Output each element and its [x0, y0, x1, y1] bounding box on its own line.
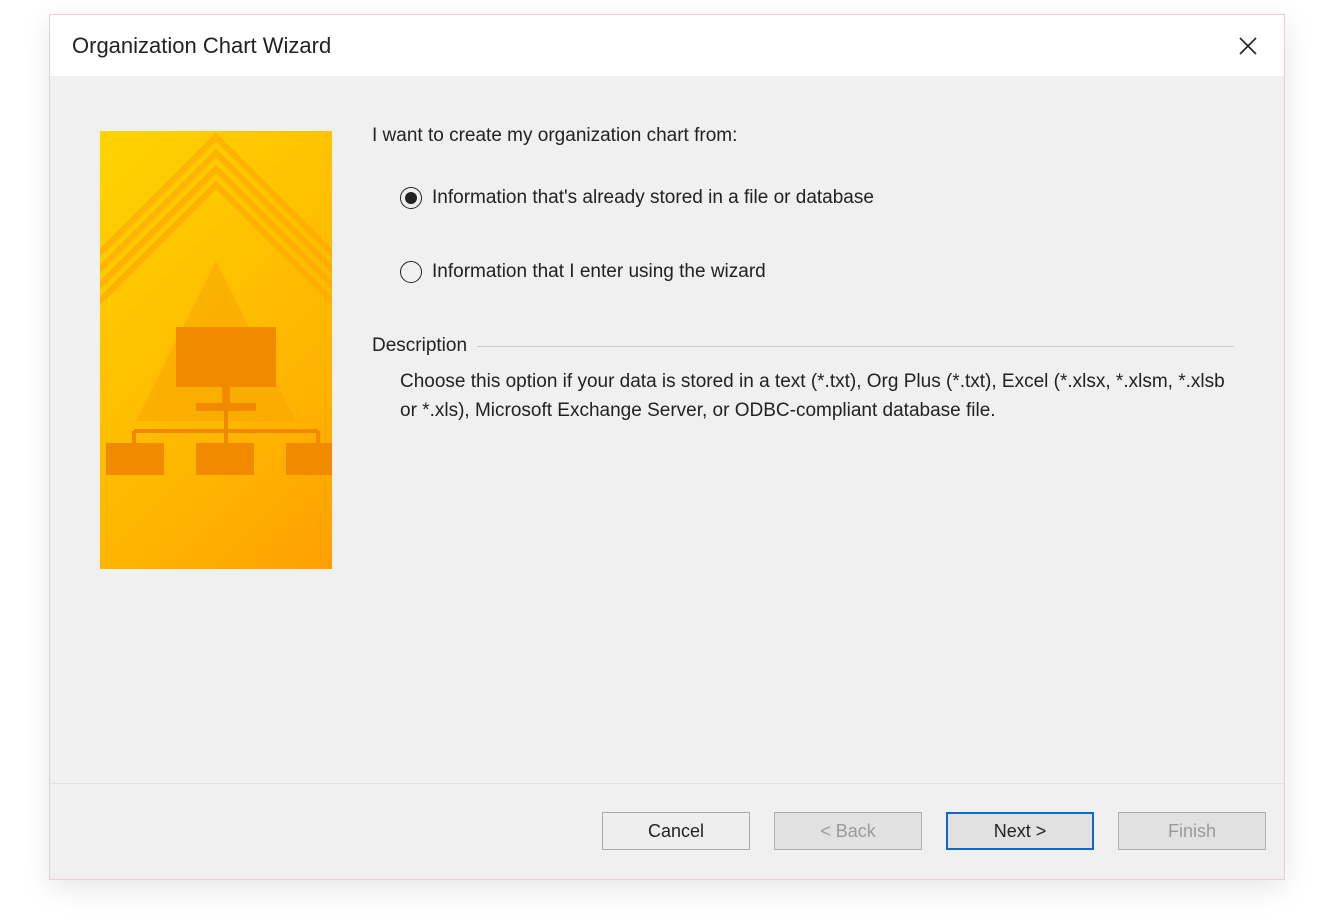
description-header: Description: [372, 335, 1234, 357]
wizard-dialog: Organization Chart Wizard: [49, 14, 1285, 880]
back-button[interactable]: < Back: [774, 812, 922, 850]
org-chart-icon: [100, 131, 332, 569]
prompt-text: I want to create my organization chart f…: [372, 125, 1234, 147]
radio-icon: [400, 187, 422, 209]
description-heading: Description: [372, 335, 477, 357]
content-pane: I want to create my organization chart f…: [332, 131, 1234, 763]
description-group: Description Choose this option if your d…: [372, 335, 1234, 426]
option-label: Information that I enter using the wizar…: [432, 261, 766, 283]
cancel-button[interactable]: Cancel: [602, 812, 750, 850]
dialog-body: I want to create my organization chart f…: [50, 77, 1284, 783]
option-file-database[interactable]: Information that's already stored in a f…: [400, 187, 1234, 209]
wizard-graphic: [100, 131, 332, 569]
close-icon: [1239, 37, 1257, 55]
next-button[interactable]: Next >: [946, 812, 1094, 850]
button-row: Cancel < Back Next > Finish: [50, 783, 1284, 879]
radio-icon: [400, 261, 422, 283]
options-group: Information that's already stored in a f…: [372, 187, 1234, 283]
description-text: Choose this option if your data is store…: [372, 367, 1234, 426]
dialog-title: Organization Chart Wizard: [72, 33, 331, 59]
option-label: Information that's already stored in a f…: [432, 187, 874, 209]
close-button[interactable]: [1230, 28, 1266, 64]
divider: [477, 346, 1234, 347]
finish-button[interactable]: Finish: [1118, 812, 1266, 850]
title-bar: Organization Chart Wizard: [50, 15, 1284, 77]
option-enter-wizard[interactable]: Information that I enter using the wizar…: [400, 261, 1234, 283]
